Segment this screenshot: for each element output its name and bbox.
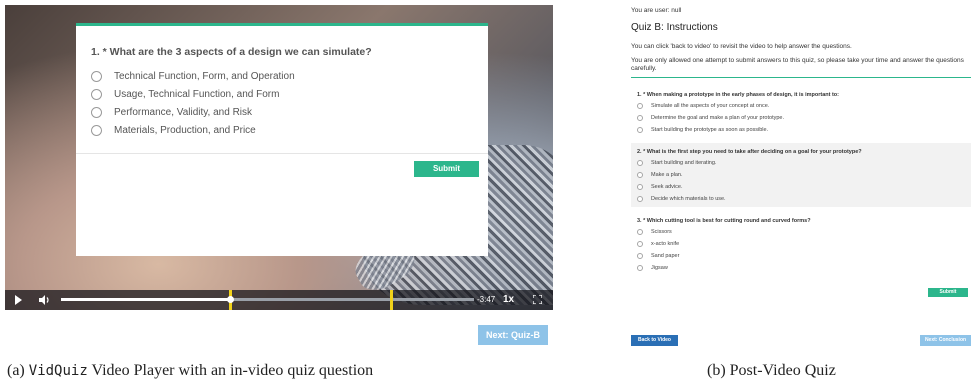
in-video-quiz-card: 1. * What are the 3 aspects of a design …: [76, 23, 488, 256]
quiz-option-label: Usage, Technical Function, and Form: [114, 88, 280, 100]
time-remaining: -3:47: [477, 295, 496, 304]
fullscreen-icon[interactable]: [533, 295, 542, 304]
question-block: 2. * What is the first step you need to …: [631, 143, 971, 207]
progress-bar[interactable]: [61, 290, 474, 310]
card-divider: [76, 153, 488, 154]
radio-button[interactable]: [637, 115, 643, 121]
submit-button[interactable]: Submit: [928, 288, 968, 297]
playback-speed[interactable]: 1x: [503, 294, 514, 305]
question-block: 3. * Which cutting tool is best for cutt…: [631, 212, 971, 276]
answer-label: Scissors: [651, 229, 672, 235]
question-text: 2. * What is the first step you need to …: [637, 149, 862, 155]
back-to-video-button[interactable]: Back to Video: [631, 335, 678, 346]
question-text: 1. * When making a prototype in the earl…: [637, 92, 840, 98]
answer-option[interactable]: Determine the goal and make a plan of yo…: [637, 114, 784, 122]
instruction-text: You can click 'back to video' to revisit…: [631, 43, 852, 50]
answer-option[interactable]: Start building the prototype as soon as …: [637, 126, 768, 134]
caption-a-text: Video Player with an in-video quiz quest…: [87, 362, 374, 379]
next-conclusion-button[interactable]: Next: Conclusion: [920, 335, 971, 346]
answer-option[interactable]: Make a plan.: [637, 171, 683, 179]
instruction-text: You are only allowed one attempt to subm…: [631, 57, 964, 72]
answer-option[interactable]: Jigsaw: [637, 264, 668, 272]
radio-button[interactable]: [637, 184, 643, 190]
answer-label: Start building and iterating.: [651, 160, 717, 166]
answer-option[interactable]: Decide which materials to use.: [637, 195, 726, 203]
radio-button[interactable]: [637, 229, 643, 235]
radio-button[interactable]: [637, 241, 643, 247]
radio-button[interactable]: [637, 196, 643, 202]
answer-option[interactable]: Sand paper: [637, 252, 679, 260]
play-icon[interactable]: [15, 295, 22, 305]
answer-label: Seek advice.: [651, 184, 683, 190]
quiz-question: 1. * What are the 3 aspects of a design …: [91, 46, 372, 58]
quiz-marker[interactable]: [390, 290, 394, 310]
video-player[interactable]: 1. * What are the 3 aspects of a design …: [5, 5, 553, 310]
user-line: You are user: null: [631, 7, 682, 14]
submit-button[interactable]: Submit: [414, 161, 479, 177]
quiz-option-label: Performance, Validity, and Risk: [114, 106, 253, 118]
quiz-option[interactable]: Technical Function, Form, and Operation: [91, 69, 295, 83]
radio-button[interactable]: [91, 106, 102, 118]
radio-button[interactable]: [637, 253, 643, 259]
progress-handle[interactable]: [227, 296, 235, 303]
answer-label: Jigsaw: [651, 265, 668, 271]
answer-label: Start building the prototype as soon as …: [651, 127, 769, 133]
radio-button[interactable]: [91, 124, 102, 136]
answer-label: Simulate all the aspects of your concept…: [651, 103, 770, 109]
page-title: Quiz B: Instructions: [631, 22, 718, 33]
quiz-option[interactable]: Usage, Technical Function, and Form: [91, 87, 279, 101]
volume-icon[interactable]: [38, 294, 52, 306]
progress-fill: [61, 298, 231, 301]
video-controls: -3:47 1x: [5, 290, 553, 310]
answer-label: Determine the goal and make a plan of yo…: [651, 115, 784, 121]
answer-label: Decide which materials to use.: [651, 196, 726, 202]
answer-label: Sand paper: [651, 253, 680, 259]
post-video-quiz-page: You are user: null Quiz B: Instructions …: [628, 0, 973, 350]
answer-option[interactable]: Simulate all the aspects of your concept…: [637, 102, 769, 110]
caption-a-app-name: VidQuiz: [28, 363, 88, 379]
quiz-option[interactable]: Materials, Production, and Price: [91, 123, 256, 137]
caption-a: (a) VidQuiz Video Player with an in-vide…: [7, 362, 373, 380]
next-quiz-b-button[interactable]: Next: Quiz-B: [478, 325, 548, 345]
quiz-option-label: Materials, Production, and Price: [114, 124, 256, 136]
answer-option[interactable]: Start building and iterating.: [637, 159, 716, 167]
answer-option[interactable]: Scissors: [637, 228, 672, 236]
radio-button[interactable]: [91, 70, 102, 82]
radio-button[interactable]: [637, 160, 643, 166]
answer-label: Make a plan.: [651, 172, 683, 178]
caption-a-prefix: (a): [7, 362, 29, 379]
question-text: 3. * Which cutting tool is best for cutt…: [637, 218, 811, 224]
answer-option[interactable]: x-acto knife: [637, 240, 679, 248]
caption-b: (b) Post-Video Quiz: [707, 362, 836, 379]
quiz-option[interactable]: Performance, Validity, and Risk: [91, 105, 252, 119]
radio-button[interactable]: [91, 88, 102, 100]
quiz-option-label: Technical Function, Form, and Operation: [114, 70, 295, 82]
radio-button[interactable]: [637, 172, 643, 178]
answer-label: x-acto knife: [651, 241, 680, 247]
radio-button[interactable]: [637, 265, 643, 271]
radio-button[interactable]: [637, 103, 643, 109]
title-rule: [631, 77, 971, 78]
question-block: 1. * When making a prototype in the earl…: [631, 86, 971, 138]
answer-option[interactable]: Seek advice.: [637, 183, 683, 191]
radio-button[interactable]: [637, 127, 643, 133]
